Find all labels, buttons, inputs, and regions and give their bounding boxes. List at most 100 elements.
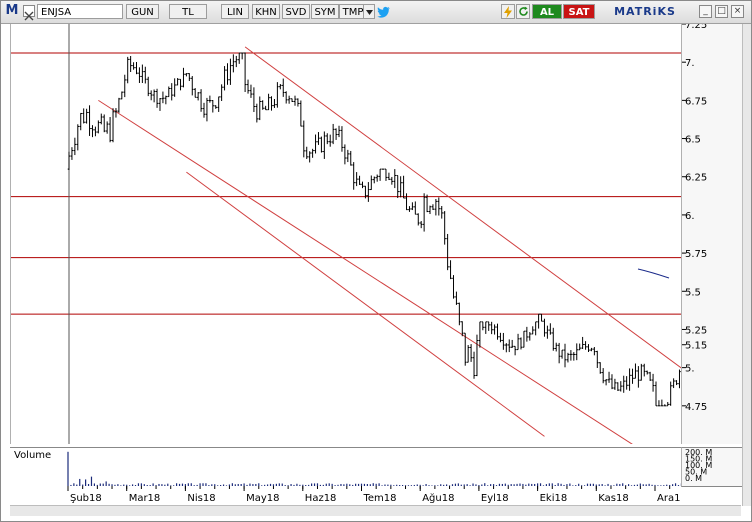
date-tick-label-5: Tem18: [363, 493, 397, 504]
vertical-scrollbar[interactable]: [742, 24, 751, 506]
volume-axis-svg: 200. M150. M100. M50. M0. M: [685, 448, 712, 483]
price-bar-102: [367, 182, 370, 202]
price-bar-19: [123, 74, 127, 98]
price-bar-52: [220, 84, 223, 102]
price-bar-65: [258, 96, 262, 121]
dropdown-arrow-icon[interactable]: [363, 4, 375, 19]
price-bar-163: [546, 325, 549, 339]
price-chart-svg: [11, 24, 714, 483]
price-bar-55: [229, 58, 232, 85]
currency-button[interactable]: TL: [169, 4, 207, 19]
price-bar-138: [472, 351, 476, 379]
price-bar-40: [185, 73, 188, 77]
price-bar-203: [663, 404, 667, 407]
twitter-icon[interactable]: [377, 4, 391, 19]
price-bar-23: [135, 62, 138, 75]
sell-button[interactable]: SAT: [563, 4, 595, 19]
price-bar-18: [120, 91, 124, 100]
date-axis-svg: Şub18 Mar18 Nis18 May18 Haz18 Tem18 Ağu18 Eyl18…: [67, 486, 700, 504]
price-bar-186: [613, 378, 617, 390]
price-bar-53: [223, 66, 226, 91]
sym-button[interactable]: SYM: [311, 4, 339, 19]
price-bar-184: [607, 371, 611, 383]
price-bar-195: [640, 363, 643, 381]
price-axis: 7.25 7. 6.75 6.5 6.25 6. 5.75 5.5 5.25 5.15 5. 4.75: [681, 20, 742, 444]
price-bar-8: [91, 125, 94, 138]
price-tick-label-2: 6.75: [685, 96, 707, 107]
price-bar-183: [604, 379, 608, 386]
price-bar-127: [440, 205, 444, 219]
price-bar-115: [405, 193, 408, 211]
price-bar-130: [449, 260, 452, 280]
price-bar-192: [631, 368, 634, 384]
matriks-logo-icon: M: [5, 3, 19, 18]
period-button[interactable]: GUN: [126, 4, 159, 19]
price-bar-170: [566, 352, 570, 363]
price-bar-24: [138, 67, 141, 83]
price-bar-179: [593, 347, 596, 356]
price-bar-42: [190, 76, 194, 96]
svd-button[interactable]: SVD: [282, 4, 310, 19]
price-bar-31: [158, 98, 162, 111]
date-tick-label-6: Ağu18: [422, 492, 454, 504]
price-bar-132: [455, 291, 458, 305]
refresh-icon[interactable]: [516, 4, 530, 19]
price-bar-46: [202, 102, 206, 118]
lightning-icon[interactable]: [501, 4, 515, 19]
volume-axis: 200. M 150. M 100. M 50. M 0. M: [681, 447, 742, 487]
price-chart-area[interactable]: [10, 24, 714, 483]
price-bar-17: [117, 97, 121, 113]
price-bar-87: [323, 131, 326, 159]
buy-button[interactable]: AL: [532, 4, 562, 19]
price-bar-30: [155, 88, 159, 108]
price-bar-180: [596, 350, 599, 368]
price-bar-68: [267, 93, 270, 111]
price-bar-99: [358, 175, 361, 185]
volume-chart-area[interactable]: [10, 447, 712, 487]
price-bar-150: [507, 339, 511, 353]
price-bar-153: [516, 333, 520, 351]
trend-line-upper: [244, 46, 692, 376]
price-bar-207: [675, 380, 678, 386]
price-bar-141: [481, 321, 485, 331]
price-bar-140: [478, 321, 482, 348]
price-bar-175: [581, 336, 584, 349]
scale-button[interactable]: LIN: [221, 4, 249, 19]
moving-average-line: [637, 268, 670, 279]
minimize-icon[interactable]: _: [699, 5, 712, 18]
price-bar-26: [144, 66, 147, 84]
price-bar-114: [402, 175, 405, 199]
price-bar-54: [226, 63, 229, 85]
price-bar-36: [173, 78, 176, 97]
date-tick-label-3: May18: [246, 493, 279, 504]
price-bar-77: [293, 95, 297, 106]
price-bar-29: [152, 89, 156, 103]
price-bar-109: [387, 172, 391, 181]
horizontal-scrollbar[interactable]: [10, 505, 741, 516]
price-bar-27: [146, 76, 150, 97]
price-bar-100: [361, 181, 364, 189]
date-tick-label-7: Eyl18: [481, 493, 509, 504]
price-bar-6: [85, 108, 88, 124]
price-bar-171: [569, 350, 573, 361]
price-bar-81: [305, 146, 309, 159]
price-bar-92: [337, 125, 341, 138]
price-bar-199: [651, 373, 655, 392]
price-bar-21: [129, 56, 132, 73]
price-bar-168: [560, 349, 564, 359]
khn-button[interactable]: KHN: [252, 4, 280, 19]
price-bar-169: [563, 343, 567, 368]
price-bar-58: [237, 52, 241, 64]
price-bar-74: [284, 91, 288, 104]
close-window-icon[interactable]: ×: [731, 5, 744, 18]
price-bar-106: [378, 168, 382, 181]
symbol-input[interactable]: ENJSA: [37, 4, 123, 19]
price-tick-label-7: 5.5: [685, 287, 701, 298]
trend-line-lower_extension: [186, 171, 545, 437]
maximize-icon[interactable]: □: [715, 5, 728, 18]
close-icon[interactable]: [23, 5, 35, 21]
price-bar-110: [390, 176, 394, 185]
price-bar-178: [590, 347, 593, 352]
price-bar-113: [399, 176, 402, 198]
price-bar-61: [246, 79, 250, 94]
